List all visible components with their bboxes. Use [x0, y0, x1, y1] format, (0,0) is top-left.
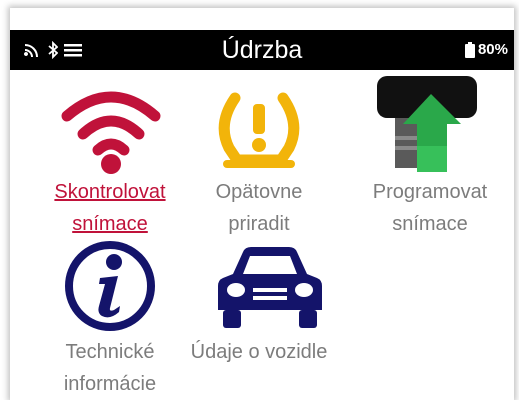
wifi-signal-icon [61, 91, 161, 174]
tpms-warning-icon [218, 92, 300, 168]
battery-level: 80% [477, 41, 508, 58]
car-icon [218, 247, 322, 328]
tile-program-sensors[interactable]: Programovat snímace [355, 76, 505, 238]
tile-label-line2: priradit [228, 213, 290, 235]
sensor-program-icon [377, 76, 477, 172]
tile-label-line1: Opätovne [215, 181, 303, 203]
info-icon [65, 241, 155, 331]
screen-frame: Údrzba 80% Skontrolovat snímace Opätovne… [10, 8, 514, 400]
tile-label: Skontrolovat snímace [35, 176, 185, 240]
tile-label-line1: Údaje o vozidle [190, 341, 328, 363]
page-title: Údrzba [221, 36, 303, 64]
tile-label-line2: snímace [392, 213, 468, 235]
tile-label: Programovat snímace [355, 176, 505, 240]
tile-label-line2: informácie [63, 373, 157, 395]
tile-check-sensors[interactable]: Skontrolovat snímace [35, 88, 185, 238]
tile-vehicle-data[interactable]: Údaje o vozidle [184, 244, 334, 364]
battery-icon [464, 42, 475, 58]
tile-label-line1: Technické [65, 341, 155, 363]
tile-label-line2: snímace [72, 213, 148, 235]
battery-indicator: 80% [464, 41, 508, 59]
tile-label: Technické informácie [35, 336, 185, 400]
tile-label-line1: Skontrolovat [54, 181, 166, 203]
tile-label-line1: Programovat [372, 181, 488, 203]
tile-label: Opätovne priradit [184, 176, 334, 240]
tile-technical-info[interactable]: Technické informácie [35, 240, 185, 400]
tile-relearn[interactable]: Opätovne priradit [184, 88, 334, 238]
status-bar: Údrzba 80% [10, 30, 514, 70]
tile-label: Údaje o vozidle [184, 336, 334, 368]
